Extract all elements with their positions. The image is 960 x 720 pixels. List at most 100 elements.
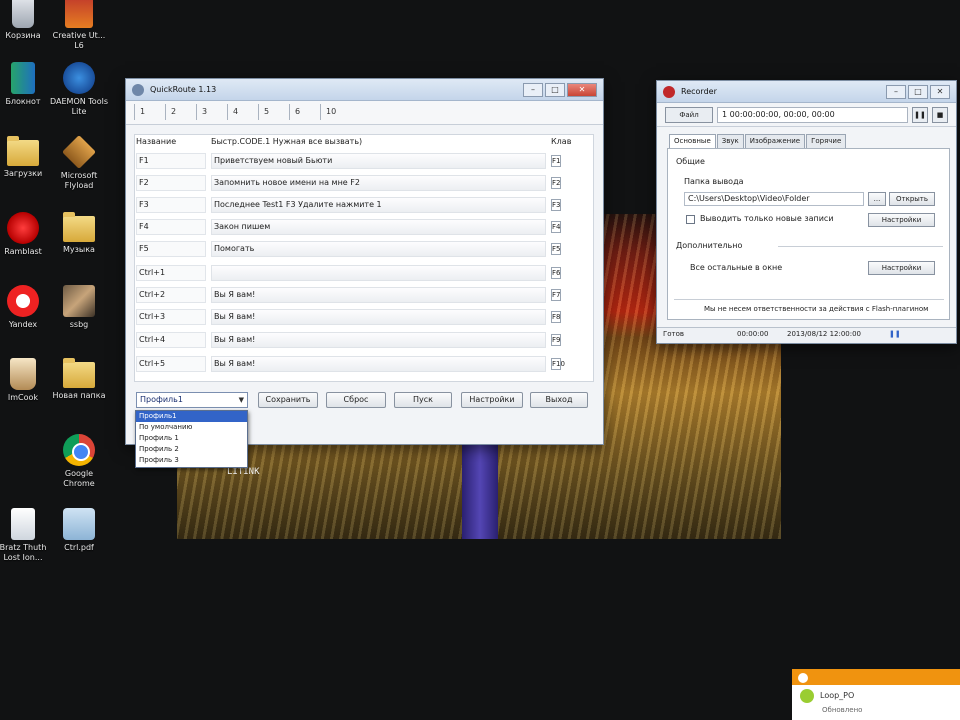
table-row[interactable]: F5 Помогать F5 <box>136 241 592 259</box>
row-desc[interactable]: Вы Я вам! <box>211 356 546 372</box>
dropdown-option[interactable]: Профиль 2 <box>136 444 247 455</box>
desktop-icon-recycle-bin[interactable]: Корзина <box>0 0 52 41</box>
row-desc[interactable]: Приветствуем новый Бьюти <box>211 153 546 169</box>
row-key[interactable]: F2 <box>551 177 561 189</box>
main-window[interactable]: QuickRoute 1.13 – □ ✕ 1 2 3 4 5 6 10 Наз… <box>125 78 604 445</box>
desktop-icon-new-folder[interactable]: Новая папка <box>50 358 108 401</box>
recorder-titlebar[interactable]: Recorder – □ ✕ <box>657 81 956 103</box>
row-desc[interactable]: Вы Я вам! <box>211 309 546 325</box>
only-new-label: Выводить только новые записи <box>700 214 834 223</box>
desktop-icon-flyload[interactable]: Microsoft Flyload <box>50 135 108 191</box>
row-name[interactable]: F1 <box>136 153 206 169</box>
table-row[interactable]: Ctrl+2 Вы Я вам! F7 <box>136 287 592 305</box>
close-button[interactable]: ✕ <box>930 84 950 99</box>
desktop-icon-chrome[interactable]: Google Chrome <box>50 434 108 489</box>
table-row[interactable]: Ctrl+1 F6 <box>136 265 592 283</box>
dropdown-option[interactable]: По умолчанию <box>136 422 247 433</box>
row-key[interactable]: F7 <box>551 289 561 301</box>
desktop-icon-imcook[interactable]: ImCook <box>0 358 52 403</box>
tab-image[interactable]: Изображение <box>744 134 806 148</box>
notification-popup[interactable]: Loop_PO Обновлено <box>792 669 960 720</box>
row-name[interactable]: F5 <box>136 241 206 257</box>
row-desc[interactable]: Вы Я вам! <box>211 332 546 348</box>
toolbar-button[interactable]: 6 <box>289 104 317 120</box>
tab-sound[interactable]: Звук <box>716 134 744 148</box>
row-key[interactable]: F3 <box>551 199 561 211</box>
toolbar-button[interactable]: 1 <box>134 104 162 120</box>
desktop-icon-bratz[interactable]: Bratz Thuth Lost Ion... <box>0 508 52 563</box>
row-key[interactable]: F10 <box>551 358 565 370</box>
output-folder-field[interactable]: C:\Users\Desktop\Video\Folder <box>684 192 864 206</box>
table-row[interactable]: F1 Приветствуем новый Бьюти F1 <box>136 153 592 171</box>
desktop-icon-ctrl[interactable]: Ctrl.pdf <box>50 508 108 553</box>
tab-main[interactable]: Основные <box>669 134 716 149</box>
toolbar-button[interactable]: 2 <box>165 104 193 120</box>
file-menu-button[interactable]: Файл <box>665 106 713 123</box>
table-row[interactable]: F3 Последнее Test1 F3 Удалите нажмите 1 … <box>136 197 592 215</box>
row-desc[interactable]: Закон пишем <box>211 219 546 235</box>
row-key[interactable]: F1 <box>551 155 561 167</box>
table-row[interactable]: F2 Запомнить новое имени на мне F2 F2 <box>136 175 592 193</box>
toolbar-button[interactable]: 3 <box>196 104 224 120</box>
desktop-icon-notebook[interactable]: Блокнот <box>0 62 52 107</box>
exit-button[interactable]: Выход <box>530 392 588 408</box>
save-button[interactable]: Сохранить <box>258 392 318 408</box>
desktop-icon-creative[interactable]: Creative Ut... L6 <box>50 0 108 51</box>
desktop-icon-ssbg[interactable]: ssbg <box>50 285 108 330</box>
desktop-icon-music[interactable]: Музыка <box>50 212 108 255</box>
minimize-button[interactable]: – <box>523 82 543 97</box>
dropdown-option[interactable]: Профиль 1 <box>136 433 247 444</box>
row-name[interactable]: Ctrl+2 <box>136 287 206 303</box>
stop-button[interactable]: ■ <box>932 106 948 123</box>
minimize-button[interactable]: – <box>886 84 906 99</box>
extra-settings-button[interactable]: Настройки <box>868 261 935 275</box>
row-key[interactable]: F4 <box>551 221 561 233</box>
recycle-bin-icon <box>12 0 34 28</box>
row-name[interactable]: F2 <box>136 175 206 191</box>
close-button[interactable]: ✕ <box>567 82 597 97</box>
main-window-titlebar[interactable]: QuickRoute 1.13 – □ ✕ <box>126 79 603 101</box>
start-button[interactable]: Пуск <box>394 392 452 408</box>
row-key[interactable]: F9 <box>551 334 561 346</box>
dropdown-option[interactable]: Профиль 3 <box>136 455 247 466</box>
toolbar-button[interactable]: 5 <box>258 104 286 120</box>
pause-button[interactable]: ❚❚ <box>912 106 928 123</box>
maximize-button[interactable]: □ <box>545 82 565 97</box>
row-desc[interactable]: Последнее Test1 F3 Удалите нажмите 1 <box>211 197 546 213</box>
row-name[interactable]: Ctrl+1 <box>136 265 206 281</box>
open-folder-button[interactable]: Открыть <box>889 192 935 206</box>
dropdown-option[interactable]: Профиль1 <box>136 411 247 422</box>
reset-button[interactable]: Сброс <box>326 392 386 408</box>
row-name[interactable]: Ctrl+4 <box>136 332 206 348</box>
desktop-icon-daemon[interactable]: DAEMON Tools Lite <box>50 62 108 117</box>
row-desc[interactable]: Помогать <box>211 241 546 257</box>
settings-button[interactable]: Настройки <box>868 213 935 227</box>
row-key[interactable]: F5 <box>551 243 561 255</box>
settings-button[interactable]: Настройки <box>461 392 523 408</box>
tab-hotkeys[interactable]: Горячие <box>806 134 847 148</box>
table-row[interactable]: Ctrl+5 Вы Я вам! F10 <box>136 356 592 374</box>
table-row[interactable]: F4 Закон пишем F4 <box>136 219 592 237</box>
row-desc[interactable] <box>211 265 546 281</box>
toolbar-button[interactable]: 10 <box>320 104 348 120</box>
browse-button[interactable]: ... <box>868 192 886 206</box>
toolbar-button[interactable]: 4 <box>227 104 255 120</box>
row-desc[interactable]: Запомнить новое имени на мне F2 <box>211 175 546 191</box>
table-row[interactable]: Ctrl+3 Вы Я вам! F8 <box>136 309 592 327</box>
footer-text: Мы не несем ответственности за действия … <box>704 305 929 313</box>
only-new-checkbox[interactable] <box>686 215 695 224</box>
row-key[interactable]: F8 <box>551 311 561 323</box>
row-name[interactable]: Ctrl+3 <box>136 309 206 325</box>
recorder-window[interactable]: Recorder – □ ✕ Файл 1 00:00:00:00, 00:00… <box>656 80 957 344</box>
profile-select[interactable]: Профиль1 ▼ <box>136 392 248 408</box>
row-name[interactable]: F3 <box>136 197 206 213</box>
row-desc[interactable]: Вы Я вам! <box>211 287 546 303</box>
desktop-icon-ramblast[interactable]: Ramblast <box>0 212 52 257</box>
desktop-icon-downloads[interactable]: Загрузки <box>0 136 52 179</box>
row-name[interactable]: Ctrl+5 <box>136 356 206 372</box>
row-name[interactable]: F4 <box>136 219 206 235</box>
table-row[interactable]: Ctrl+4 Вы Я вам! F9 <box>136 332 592 350</box>
maximize-button[interactable]: □ <box>908 84 928 99</box>
desktop-icon-yandex[interactable]: Yandex <box>0 285 52 330</box>
row-key[interactable]: F6 <box>551 267 561 279</box>
